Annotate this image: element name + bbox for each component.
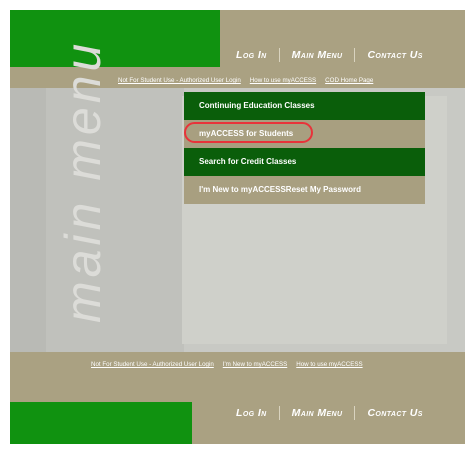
link-authorized-user-login[interactable]: Not For Student Use - Authorized User Lo…	[118, 77, 241, 84]
footer-logo-block	[10, 402, 192, 444]
footer-links: Not For Student Use - Authorized User Lo…	[91, 361, 372, 368]
nav-contact-us[interactable]: Contact Us	[355, 407, 434, 419]
nav-log-in[interactable]: Log In	[224, 49, 279, 61]
footer-band: Not For Student Use - Authorized User Lo…	[10, 352, 465, 444]
link-im-new[interactable]: I'm New to myACCESS	[223, 361, 287, 368]
menu-item-new-reset-password[interactable]: I'm New to myACCESSReset My Password	[184, 176, 425, 204]
link-how-to-use[interactable]: How to use myACCESS	[250, 77, 316, 84]
header-nav: Log In Main Menu Contact Us	[224, 48, 435, 62]
left-stripe	[10, 88, 46, 352]
header-logo-block	[10, 10, 220, 67]
menu-item-search-credit-classes[interactable]: Search for Credit Classes	[184, 148, 425, 176]
link-authorized-user-login[interactable]: Not For Student Use - Authorized User Lo…	[91, 361, 214, 368]
link-cod-home-page[interactable]: COD Home Page	[325, 77, 373, 84]
nav-log-in[interactable]: Log In	[224, 407, 279, 419]
nav-main-menu[interactable]: Main Menu	[280, 49, 355, 61]
main-menu-list: Continuing Education Classes myACCESS fo…	[184, 92, 425, 204]
menu-item-continuing-education[interactable]: Continuing Education Classes	[184, 92, 425, 120]
nav-main-menu[interactable]: Main Menu	[280, 407, 355, 419]
menu-item-myaccess-for-students[interactable]: myACCESS for Students	[184, 120, 425, 148]
highlight-circle	[184, 122, 313, 143]
link-how-to-use[interactable]: How to use myACCESS	[296, 361, 362, 368]
header-links: Not For Student Use - Authorized User Lo…	[118, 77, 382, 84]
main-menu-watermark: main menu	[55, 39, 111, 323]
footer-nav: Log In Main Menu Contact Us	[224, 406, 435, 420]
nav-contact-us[interactable]: Contact Us	[355, 49, 434, 61]
